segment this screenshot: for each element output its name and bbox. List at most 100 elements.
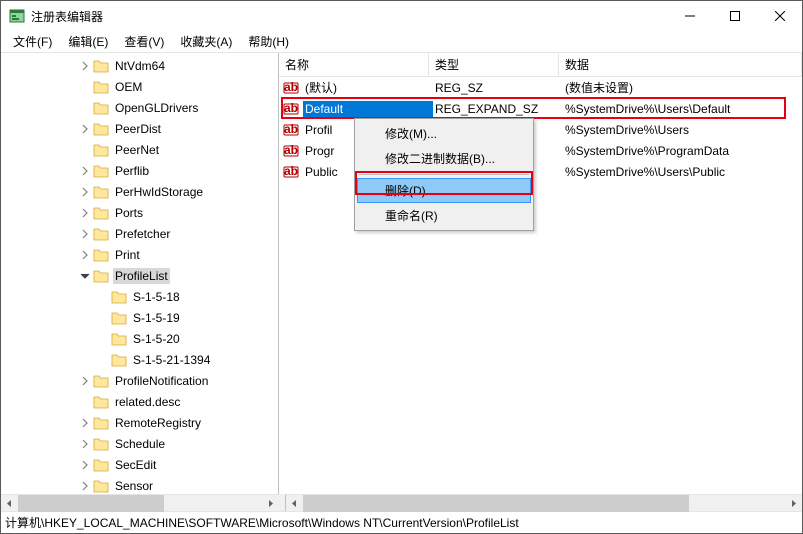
tree-item[interactable]: S-1-5-19 xyxy=(5,307,278,328)
tree-item[interactable]: OpenGLDrivers xyxy=(5,97,278,118)
ctx-rename[interactable]: 重命名(R) xyxy=(357,203,531,228)
tree-label: Sensor xyxy=(113,478,155,494)
chevron-right-icon[interactable] xyxy=(77,436,93,452)
tree-item[interactable]: Schedule xyxy=(5,433,278,454)
list-header: 名称 类型 数据 xyxy=(279,53,802,77)
tree-label: NtVdm64 xyxy=(113,58,167,74)
chevron-right-icon[interactable] xyxy=(77,184,93,200)
tree-item[interactable]: S-1-5-20 xyxy=(5,328,278,349)
tree-item[interactable]: SecEdit xyxy=(5,454,278,475)
folder-icon xyxy=(93,206,109,220)
ctx-modify[interactable]: 修改(M)... xyxy=(357,121,531,146)
tree-item[interactable]: S-1-5-21-1394 xyxy=(5,349,278,370)
status-bar: 计算机\HKEY_LOCAL_MACHINE\SOFTWARE\Microsof… xyxy=(1,511,802,533)
tree-item[interactable]: ProfileNotification xyxy=(5,370,278,391)
tree-hscroll[interactable] xyxy=(1,494,279,511)
scroll-left-icon[interactable] xyxy=(286,495,303,512)
tree-label: RemoteRegistry xyxy=(113,415,203,431)
tree-item[interactable]: S-1-5-18 xyxy=(5,286,278,307)
menu-favorites[interactable]: 收藏夹(A) xyxy=(172,31,240,52)
value-row[interactable]: ab(默认)REG_SZ(数值未设置) xyxy=(279,77,802,98)
tree-item[interactable]: PeerDist xyxy=(5,118,278,139)
tree-label: PerHwIdStorage xyxy=(113,184,205,200)
chevron-right-icon[interactable] xyxy=(77,58,93,74)
svg-text:ab: ab xyxy=(284,101,298,115)
scroll-right-icon[interactable] xyxy=(785,495,802,512)
chevron-right-icon[interactable] xyxy=(77,457,93,473)
ctx-modify-binary[interactable]: 修改二进制数据(B)... xyxy=(357,146,531,171)
value-name: Default xyxy=(303,101,433,117)
tree-item[interactable]: related.desc xyxy=(5,391,278,412)
tree-item[interactable]: ProfileList xyxy=(5,265,278,286)
value-data: (数值未设置) xyxy=(563,78,798,97)
tree-label: Perflib xyxy=(113,163,151,179)
tree-item[interactable]: NtVdm64 xyxy=(5,55,278,76)
folder-icon xyxy=(93,122,109,136)
menu-view[interactable]: 查看(V) xyxy=(116,31,172,52)
column-header-name[interactable]: 名称 xyxy=(279,53,429,77)
expander-none xyxy=(95,289,111,305)
tree-label: SecEdit xyxy=(113,457,158,473)
tree-label: S-1-5-18 xyxy=(131,289,182,305)
chevron-right-icon[interactable] xyxy=(77,163,93,179)
value-list-pane[interactable]: 名称 类型 数据 ab(默认)REG_SZ(数值未设置)abDefaultREG… xyxy=(279,53,802,494)
tree-label: ProfileNotification xyxy=(113,373,210,389)
folder-icon xyxy=(93,437,109,451)
folder-icon xyxy=(93,227,109,241)
list-hscroll[interactable] xyxy=(285,494,802,511)
chevron-right-icon[interactable] xyxy=(77,226,93,242)
tree-item[interactable]: PerHwIdStorage xyxy=(5,181,278,202)
expander-none xyxy=(77,79,93,95)
chevron-right-icon[interactable] xyxy=(77,478,93,494)
string-value-icon: ab xyxy=(283,143,299,159)
tree-item[interactable]: OEM xyxy=(5,76,278,97)
window-title: 注册表编辑器 xyxy=(31,8,103,25)
svg-text:ab: ab xyxy=(284,122,298,136)
menu-help[interactable]: 帮助(H) xyxy=(240,31,297,52)
tree-item[interactable]: Print xyxy=(5,244,278,265)
context-menu: 修改(M)... 修改二进制数据(B)... 删除(D) 重命名(R) xyxy=(354,118,534,231)
column-header-type[interactable]: 类型 xyxy=(429,53,559,77)
tree-label: PeerNet xyxy=(113,142,161,158)
tree-pane[interactable]: NtVdm64 OEM OpenGLDrivers PeerDist PeerNet Pe… xyxy=(1,53,279,494)
main-panes: NtVdm64 OEM OpenGLDrivers PeerDist PeerNet Pe… xyxy=(1,53,802,494)
tree-item[interactable]: Sensor xyxy=(5,475,278,494)
tree-label: related.desc xyxy=(113,394,182,410)
tree-item[interactable]: Perflib xyxy=(5,160,278,181)
tree-label: ProfileList xyxy=(113,268,170,284)
menu-edit[interactable]: 编辑(E) xyxy=(60,31,116,52)
tree-item[interactable]: Ports xyxy=(5,202,278,223)
column-header-data[interactable]: 数据 xyxy=(559,53,802,77)
tree-label: PeerDist xyxy=(113,121,163,137)
tree-item[interactable]: RemoteRegistry xyxy=(5,412,278,433)
chevron-right-icon[interactable] xyxy=(77,415,93,431)
tree-label: OEM xyxy=(113,79,144,95)
maximize-button[interactable] xyxy=(712,1,757,31)
scroll-right-icon[interactable] xyxy=(262,495,279,512)
value-data: %SystemDrive%\ProgramData xyxy=(563,143,798,159)
value-data: %SystemDrive%\Users xyxy=(563,122,798,138)
title-bar[interactable]: 注册表编辑器 xyxy=(1,1,802,31)
folder-icon xyxy=(93,101,109,115)
folder-icon xyxy=(93,416,109,430)
chevron-down-icon[interactable] xyxy=(77,268,93,284)
app-icon xyxy=(9,8,25,24)
tree-item[interactable]: Prefetcher xyxy=(5,223,278,244)
folder-icon xyxy=(111,332,127,346)
chevron-right-icon[interactable] xyxy=(77,121,93,137)
folder-icon xyxy=(93,59,109,73)
tree-item[interactable]: PeerNet xyxy=(5,139,278,160)
folder-icon xyxy=(93,80,109,94)
chevron-right-icon[interactable] xyxy=(77,373,93,389)
folder-icon xyxy=(93,458,109,472)
ctx-delete[interactable]: 删除(D) xyxy=(357,178,531,203)
chevron-right-icon[interactable] xyxy=(77,205,93,221)
string-value-icon: ab xyxy=(283,122,299,138)
value-row[interactable]: abDefaultREG_EXPAND_SZ%SystemDrive%\User… xyxy=(279,98,802,119)
scroll-left-icon[interactable] xyxy=(1,495,18,512)
minimize-button[interactable] xyxy=(667,1,712,31)
folder-icon xyxy=(93,248,109,262)
chevron-right-icon[interactable] xyxy=(77,247,93,263)
close-button[interactable] xyxy=(757,1,802,31)
menu-file[interactable]: 文件(F) xyxy=(5,31,60,52)
